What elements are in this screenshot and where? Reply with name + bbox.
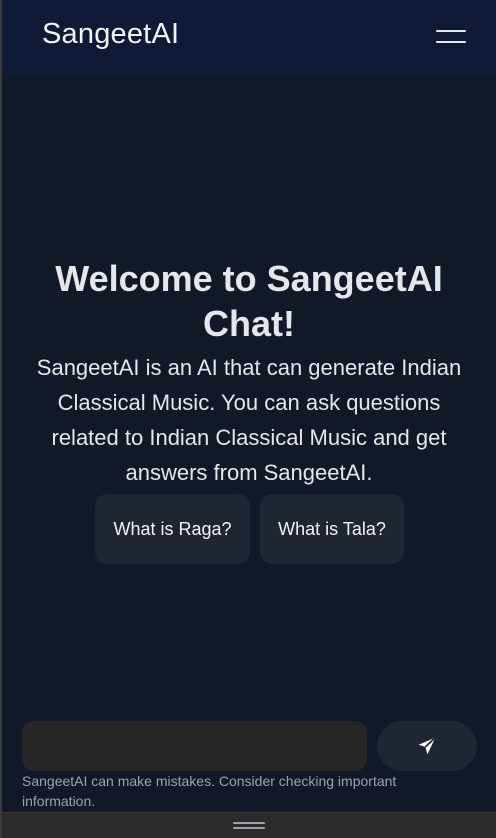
chat-app: SangeetAI Welcome to SangeetAI Chat! San… — [2, 0, 496, 812]
disclaimer-text: SangeetAI can make mistakes. Consider ch… — [22, 773, 397, 809]
suggestion-chips: What is Raga? What is Tala? — [2, 494, 496, 564]
send-icon — [418, 737, 436, 755]
send-button[interactable] — [377, 721, 477, 771]
drag-handle-icon[interactable] — [233, 822, 265, 830]
welcome-title: Welcome to SangeetAI Chat! — [55, 258, 443, 344]
welcome-description: SangeetAI is an AI that can generate Ind… — [36, 355, 462, 485]
hamburger-menu-icon-line — [436, 41, 466, 43]
suggestion-what-is-raga[interactable]: What is Raga? — [95, 494, 250, 564]
brand-logo[interactable]: SangeetAI — [42, 18, 179, 51]
hamburger-menu-icon — [436, 30, 466, 32]
menu-button[interactable] — [436, 28, 468, 46]
bottom-resize-bar — [2, 812, 496, 838]
message-input[interactable] — [22, 721, 367, 771]
welcome-section: Welcome to SangeetAI Chat! SangeetAI is … — [22, 256, 476, 490]
suggestion-what-is-tala[interactable]: What is Tala? — [260, 494, 404, 564]
top-navbar: SangeetAI — [2, 0, 496, 76]
